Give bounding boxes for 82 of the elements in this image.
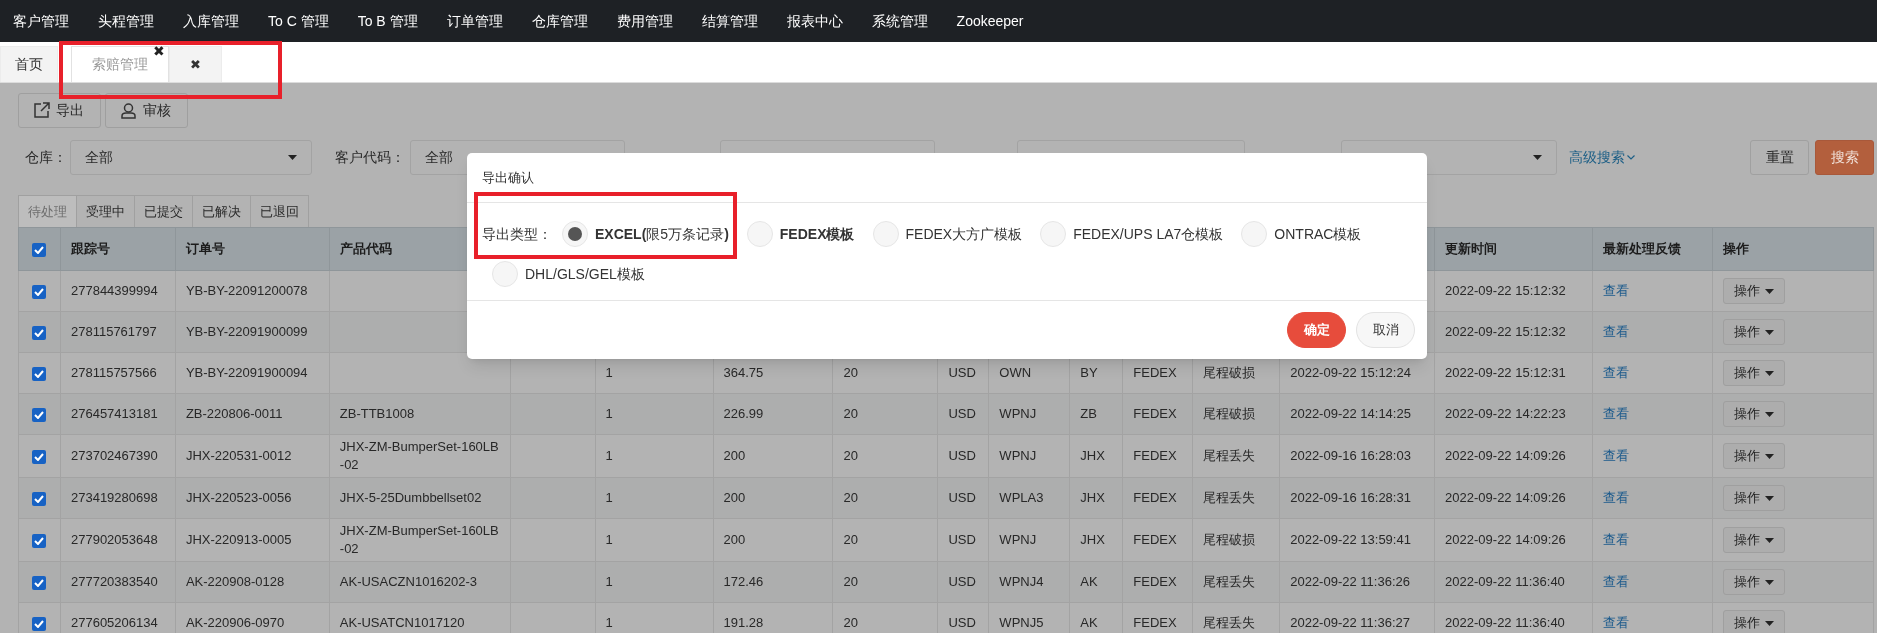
column-header: 订单号 <box>175 227 330 271</box>
table-cell: 172.46 <box>713 561 833 603</box>
table-cell: JHX-220523-0056 <box>175 477 330 519</box>
table-cell: 20 <box>832 561 938 603</box>
table-cell: 2022-09-22 13:59:41 <box>1279 518 1435 562</box>
table-cell: ZB-TTB1008 <box>329 393 511 435</box>
table-cell: 尾程破损 <box>1192 518 1280 562</box>
table-cell: 2022-09-22 15:12:32 <box>1434 311 1593 353</box>
table-cell: 2022-09-22 14:14:25 <box>1279 393 1435 435</box>
table-cell: ZB <box>1069 393 1123 435</box>
table-cell: AK-220908-0128 <box>175 561 330 603</box>
table-cell: YB-BY-22091200078 <box>175 270 330 312</box>
table-cell: 1 <box>595 477 714 519</box>
column-header: 操作 <box>1712 227 1874 271</box>
table-cell: 2022-09-22 15:12:32 <box>1434 270 1593 312</box>
table-cell: 尾程丢失 <box>1192 434 1280 478</box>
table-cell: JHX-ZM-BumperSet-160LB-02 <box>329 518 511 562</box>
column-header: 更新时间 <box>1434 227 1593 271</box>
table-cell: 200 <box>713 477 833 519</box>
table-cell: 273419280698 <box>60 477 176 519</box>
table-cell: FEDEX <box>1122 393 1193 435</box>
table-cell: FEDEX <box>1122 434 1193 478</box>
table-cell: AK-USACZN1016202-3 <box>329 561 511 603</box>
table-cell: 1 <box>595 518 714 562</box>
column-header: 跟踪号 <box>60 227 176 271</box>
table-cell: JHX <box>1069 434 1123 478</box>
table-cell: 20 <box>832 477 938 519</box>
table-cell: FEDEX <box>1122 477 1193 519</box>
column-header: 最新处理反馈 <box>1592 227 1713 271</box>
table-cell: YB-BY-22091900099 <box>175 311 330 353</box>
table-cell: 20 <box>832 393 938 435</box>
dialog-title: 导出确认 <box>482 168 534 187</box>
table-cell: 278115757566 <box>60 352 176 394</box>
table-cell: USD <box>937 477 989 519</box>
table-cell: JHX-5-25Dumbbellset02 <box>329 477 511 519</box>
table-cell: 276457413181 <box>60 393 176 435</box>
table-cell: WPLA3 <box>988 477 1070 519</box>
table-cell: 226.99 <box>713 393 833 435</box>
table-cell: 2022-09-22 15:12:31 <box>1434 352 1593 394</box>
table-cell: ZB-220806-0011 <box>175 393 330 435</box>
table-cell: FEDEX <box>1122 518 1193 562</box>
table-cell: 2022-09-22 14:09:26 <box>1434 477 1593 519</box>
table-cell: 20 <box>832 434 938 478</box>
table-cell: USD <box>937 518 989 562</box>
table-cell: JHX <box>1069 518 1123 562</box>
table-cell: 277844399994 <box>60 270 176 312</box>
table-cell: 尾程丢失 <box>1192 561 1280 603</box>
table-cell: 273702467390 <box>60 434 176 478</box>
table-cell: 1 <box>595 561 714 603</box>
table-cell: 2022-09-22 14:22:23 <box>1434 393 1593 435</box>
table-cell: 277902053648 <box>60 518 176 562</box>
table-cell: 2022-09-22 11:36:40 <box>1434 561 1593 603</box>
table-cell: 200 <box>713 434 833 478</box>
table-cell: 20 <box>832 518 938 562</box>
field-label: 客户代码： <box>335 148 406 167</box>
table-cell: JHX-220531-0012 <box>175 434 330 478</box>
table-cell: 200 <box>713 518 833 562</box>
table-cell: FEDEX <box>1122 561 1193 603</box>
table-cell: YB-BY-22091900094 <box>175 352 330 394</box>
table-cell: 2022-09-16 16:28:03 <box>1279 434 1435 478</box>
table-cell: WPNJ <box>988 393 1070 435</box>
table-cell: WPNJ <box>988 434 1070 478</box>
table-cell: WPNJ <box>988 518 1070 562</box>
table-cell: 1 <box>595 393 714 435</box>
table-cell: 1 <box>595 434 714 478</box>
table-cell: 尾程破损 <box>1192 393 1280 435</box>
field-label: 仓库： <box>25 148 68 167</box>
table-cell: USD <box>937 561 989 603</box>
table-cell: 2022-09-16 16:28:31 <box>1279 477 1435 519</box>
table-cell: AK <box>1069 561 1123 603</box>
table-cell: 2022-09-22 11:36:26 <box>1279 561 1435 603</box>
table-cell: 2022-09-22 14:09:26 <box>1434 434 1593 478</box>
table-cell: JHX <box>1069 477 1123 519</box>
table-cell: JHX-220913-0005 <box>175 518 330 562</box>
table-cell: 278115761797 <box>60 311 176 353</box>
table-cell: 2022-09-22 14:09:26 <box>1434 518 1593 562</box>
table-cell: WPNJ4 <box>988 561 1070 603</box>
table-cell: 277720383540 <box>60 561 176 603</box>
table-cell: USD <box>937 393 989 435</box>
table-cell: JHX-ZM-BumperSet-160LB-02 <box>329 434 511 478</box>
table-cell: USD <box>937 434 989 478</box>
table-cell: 尾程丢失 <box>1192 477 1280 519</box>
